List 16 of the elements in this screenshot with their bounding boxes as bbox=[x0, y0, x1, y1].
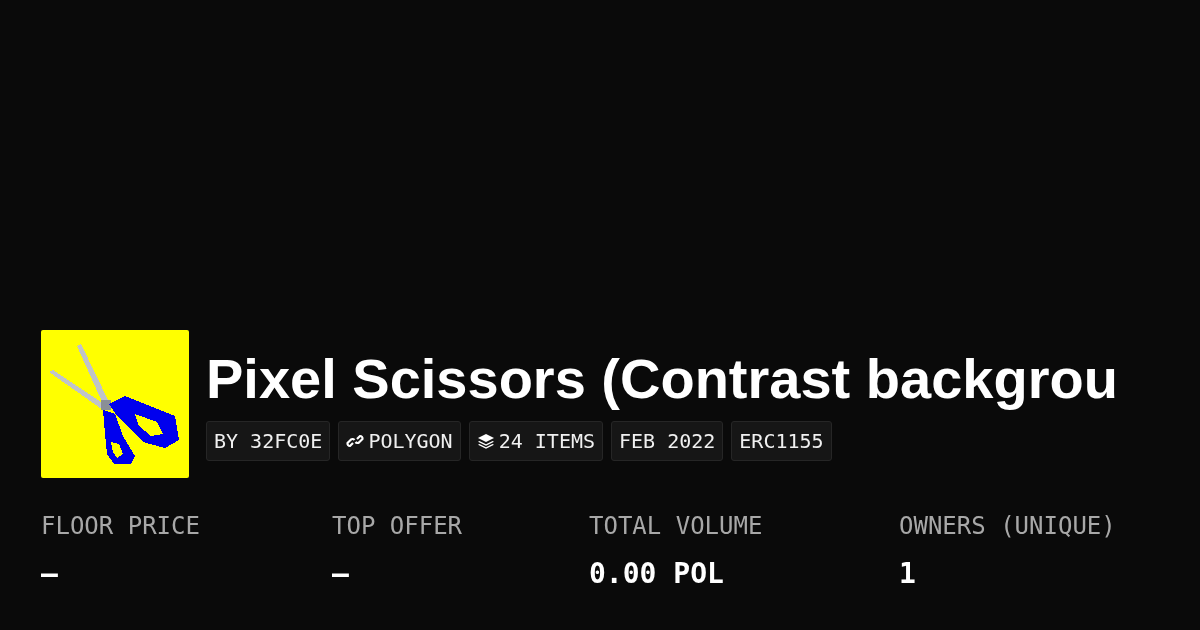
stat-value: 1 bbox=[899, 558, 917, 590]
layers-icon bbox=[476, 432, 495, 450]
tag-label: BY 32FC0E bbox=[214, 428, 323, 455]
stat-value: – bbox=[41, 558, 59, 590]
stat-label: TOP OFFER bbox=[332, 512, 464, 540]
stat-value: 0.00 POL bbox=[589, 558, 725, 590]
stat-value: – bbox=[332, 558, 350, 590]
stat-label: FLOOR PRICE bbox=[41, 512, 201, 540]
stat-label: TOTAL VOLUME bbox=[589, 512, 764, 540]
tag-label: POLYGON bbox=[368, 428, 453, 455]
link-icon bbox=[346, 432, 365, 450]
tag-label: ERC1155 bbox=[739, 428, 824, 455]
stat-label: OWNERS (UNIQUE) bbox=[899, 512, 1117, 540]
tag-label: FEB 2022 bbox=[619, 428, 716, 455]
collection-title: Pixel Scissors (Contrast backgrou bbox=[206, 347, 1118, 411]
tag-label: 24 ITEMS bbox=[498, 428, 595, 455]
